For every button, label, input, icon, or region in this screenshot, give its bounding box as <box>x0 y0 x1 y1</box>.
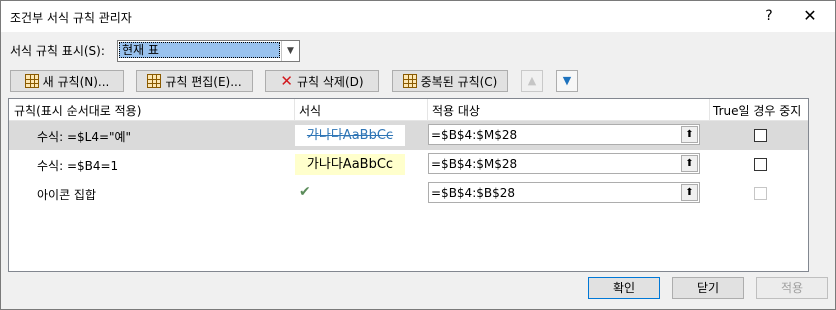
applies-to-value: =$B$4:$B$28 <box>431 186 516 200</box>
delete-rule-label: 규칙 삭제(D) <box>296 74 364 89</box>
collapse-dialog-icon[interactable]: ⬆ <box>681 126 698 143</box>
duplicate-rule-button[interactable]: 중복된 규칙(C) <box>392 70 508 92</box>
header-stop-if-true: True일 경우 중지 <box>713 104 802 118</box>
format-preview: 가나다AaBbCc <box>295 125 405 146</box>
delete-rule-button[interactable]: ✕ 규칙 삭제(D) <box>265 70 379 92</box>
header-divider <box>709 99 710 120</box>
applies-to-value: =$B$4:$M$28 <box>431 128 518 142</box>
header-rule: 규칙(표시 순서대로 적용) <box>14 104 142 118</box>
rule-text: 수식: =$B4=1 <box>37 159 119 173</box>
table-header: 규칙(표시 순서대로 적용) 서식 적용 대상 True일 경우 중지 <box>9 99 808 121</box>
edit-rule-label: 규칙 편집(E)... <box>165 74 242 89</box>
help-button[interactable]: ? <box>758 5 780 27</box>
show-rules-select[interactable]: 현재 표 ▼ <box>117 40 300 62</box>
header-divider <box>427 99 428 120</box>
title-bar: 조건부 서식 규칙 관리자 ? ✕ <box>1 1 835 32</box>
table-row[interactable]: 수식: =$B4=1 가나다AaBbCc =$B$4:$M$28 ⬆ <box>9 150 808 179</box>
rule-text: 아이콘 집합 <box>37 188 97 202</box>
show-rules-label: 서식 규칙 표시(S): <box>10 44 105 58</box>
header-divider <box>294 99 295 120</box>
applies-to-value: =$B$4:$M$28 <box>431 157 518 171</box>
header-format: 서식 <box>299 104 322 118</box>
checkmark-icon: ✔ <box>299 184 311 200</box>
duplicate-rule-label: 중복된 규칙(C) <box>420 74 498 89</box>
chevron-down-icon[interactable]: ▼ <box>281 41 299 61</box>
ok-button[interactable]: 확인 <box>588 277 660 299</box>
edit-rule-button[interactable]: 규칙 편집(E)... <box>136 70 253 92</box>
new-rule-label: 새 규칙(N)... <box>42 74 110 89</box>
rule-text: 수식: =$L4="예" <box>37 130 132 144</box>
duplicate-grid-icon <box>402 74 417 88</box>
apply-button: 적용 <box>756 277 828 299</box>
applies-to-field[interactable]: =$B$4:$M$28 ⬆ <box>428 124 700 145</box>
header-applies-to: 적용 대상 <box>432 104 480 118</box>
close-icon[interactable]: ✕ <box>797 5 823 27</box>
table-row[interactable]: 아이콘 집합 ✔ =$B$4:$B$28 ⬆ <box>9 179 808 208</box>
new-rule-button[interactable]: 새 규칙(N)... <box>10 70 124 92</box>
conditional-format-dialog: 조건부 서식 규칙 관리자 ? ✕ 서식 규칙 표시(S): 현재 표 ▼ 새 … <box>0 0 836 310</box>
collapse-dialog-icon[interactable]: ⬆ <box>681 155 698 172</box>
arrow-up-icon[interactable]: ▲ <box>521 70 543 92</box>
applies-to-field[interactable]: =$B$4:$M$28 ⬆ <box>428 153 700 174</box>
close-button[interactable]: 닫기 <box>672 277 744 299</box>
stop-if-true-checkbox <box>754 187 767 200</box>
delete-x-icon: ✕ <box>280 72 293 90</box>
table-row[interactable]: 수식: =$L4="예" 가나다AaBbCc =$B$4:$M$28 ⬆ <box>9 121 808 150</box>
show-rules-value: 현재 표 <box>119 42 280 58</box>
stop-if-true-checkbox[interactable] <box>754 158 767 171</box>
format-preview: 가나다AaBbCc <box>295 154 405 175</box>
arrow-down-icon[interactable]: ▼ <box>556 70 578 92</box>
collapse-dialog-icon[interactable]: ⬆ <box>681 184 698 201</box>
stop-if-true-checkbox[interactable] <box>754 129 767 142</box>
edit-grid-icon <box>147 74 162 88</box>
rules-table: 규칙(표시 순서대로 적용) 서식 적용 대상 True일 경우 중지 수식: … <box>8 98 809 272</box>
grid-icon <box>24 74 39 88</box>
window-title: 조건부 서식 규칙 관리자 <box>10 11 132 25</box>
applies-to-field[interactable]: =$B$4:$B$28 ⬆ <box>428 182 700 203</box>
